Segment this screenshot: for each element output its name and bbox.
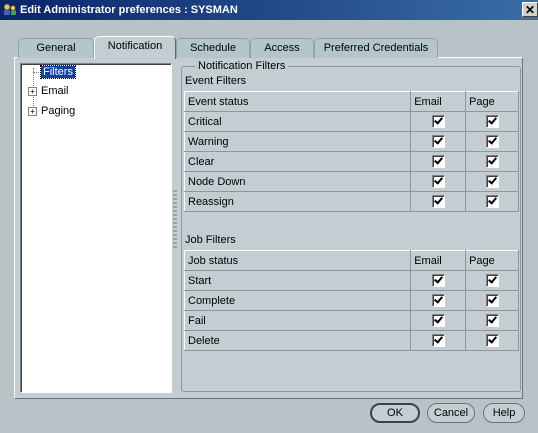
table-row: Warning bbox=[183, 131, 519, 152]
page-checkbox[interactable] bbox=[485, 274, 499, 287]
table-row: Clear bbox=[183, 151, 519, 172]
table-header: Job status Email Page bbox=[183, 250, 519, 271]
tree-item-filters[interactable]: Filters bbox=[40, 65, 76, 79]
status-cell: Delete bbox=[183, 330, 412, 351]
title-bar: Edit Administrator preferences : SYSMAN … bbox=[0, 0, 538, 20]
tab-preferred-credentials[interactable]: Preferred Credentials bbox=[314, 38, 438, 58]
table-row: Start bbox=[183, 270, 519, 291]
email-checkbox[interactable] bbox=[431, 294, 445, 307]
page-checkbox[interactable] bbox=[485, 155, 499, 168]
column-header[interactable]: Email bbox=[410, 91, 467, 112]
preferences-dialog: Edit Administrator preferences : SYSMAN … bbox=[0, 0, 538, 433]
status-cell: Warning bbox=[183, 131, 412, 152]
email-checkbox[interactable] bbox=[431, 155, 445, 168]
tree-item-paging[interactable]: Paging bbox=[41, 105, 75, 117]
column-header[interactable]: Event status bbox=[183, 91, 412, 112]
table-row: Node Down bbox=[183, 171, 519, 192]
status-cell: Reassign bbox=[183, 191, 412, 212]
status-cell: Start bbox=[183, 270, 412, 291]
tab-general[interactable]: General bbox=[18, 38, 94, 58]
tree-connector bbox=[33, 72, 41, 73]
email-checkbox[interactable] bbox=[431, 195, 445, 208]
status-cell: Critical bbox=[183, 111, 412, 132]
column-header[interactable]: Page bbox=[465, 91, 519, 112]
email-checkbox[interactable] bbox=[431, 115, 445, 128]
email-checkbox[interactable] bbox=[431, 175, 445, 188]
help-button[interactable]: Help bbox=[483, 403, 525, 423]
tab-access[interactable]: Access bbox=[250, 38, 314, 58]
page-checkbox[interactable] bbox=[485, 334, 499, 347]
tree-item-email[interactable]: Email bbox=[41, 85, 69, 97]
table-row: Delete bbox=[183, 330, 519, 351]
group-title: Notification Filters bbox=[195, 60, 289, 72]
job-filters-table: Job status Email Page Start Complete Fai… bbox=[183, 250, 519, 351]
page-checkbox[interactable] bbox=[485, 115, 499, 128]
table-header: Event status Email Page bbox=[183, 91, 519, 112]
page-checkbox[interactable] bbox=[485, 314, 499, 327]
job-filters-label: Job Filters bbox=[185, 234, 236, 246]
email-checkbox[interactable] bbox=[431, 274, 445, 287]
window-title: Edit Administrator preferences : SYSMAN bbox=[20, 4, 238, 16]
event-filters-label: Event Filters bbox=[185, 75, 247, 87]
email-checkbox[interactable] bbox=[431, 135, 445, 148]
page-checkbox[interactable] bbox=[485, 294, 499, 307]
page-checkbox[interactable] bbox=[485, 175, 499, 188]
email-checkbox[interactable] bbox=[431, 334, 445, 347]
expand-icon[interactable]: + bbox=[28, 87, 37, 96]
table-row: Fail bbox=[183, 310, 519, 331]
tab-notification[interactable]: Notification bbox=[94, 36, 176, 59]
column-header[interactable]: Page bbox=[465, 250, 519, 271]
expand-icon[interactable]: + bbox=[28, 107, 37, 116]
status-cell: Node Down bbox=[183, 171, 412, 192]
close-icon[interactable]: ✕ bbox=[522, 2, 538, 17]
page-checkbox[interactable] bbox=[485, 135, 499, 148]
status-cell: Clear bbox=[183, 151, 412, 172]
event-filters-table: Event status Email Page Critical Warning… bbox=[183, 91, 519, 212]
tab-schedule[interactable]: Schedule bbox=[176, 38, 250, 58]
page-checkbox[interactable] bbox=[485, 195, 499, 208]
splitter-handle[interactable] bbox=[173, 190, 177, 250]
email-checkbox[interactable] bbox=[431, 314, 445, 327]
ok-button[interactable]: OK bbox=[370, 403, 420, 423]
column-header[interactable]: Job status bbox=[183, 250, 412, 271]
cancel-button[interactable]: Cancel bbox=[427, 403, 475, 423]
app-icon bbox=[3, 3, 16, 15]
status-cell: Fail bbox=[183, 310, 412, 331]
column-header[interactable]: Email bbox=[410, 250, 467, 271]
table-row: Reassign bbox=[183, 191, 519, 212]
status-cell: Complete bbox=[183, 290, 412, 311]
table-row: Complete bbox=[183, 290, 519, 311]
table-row: Critical bbox=[183, 111, 519, 132]
